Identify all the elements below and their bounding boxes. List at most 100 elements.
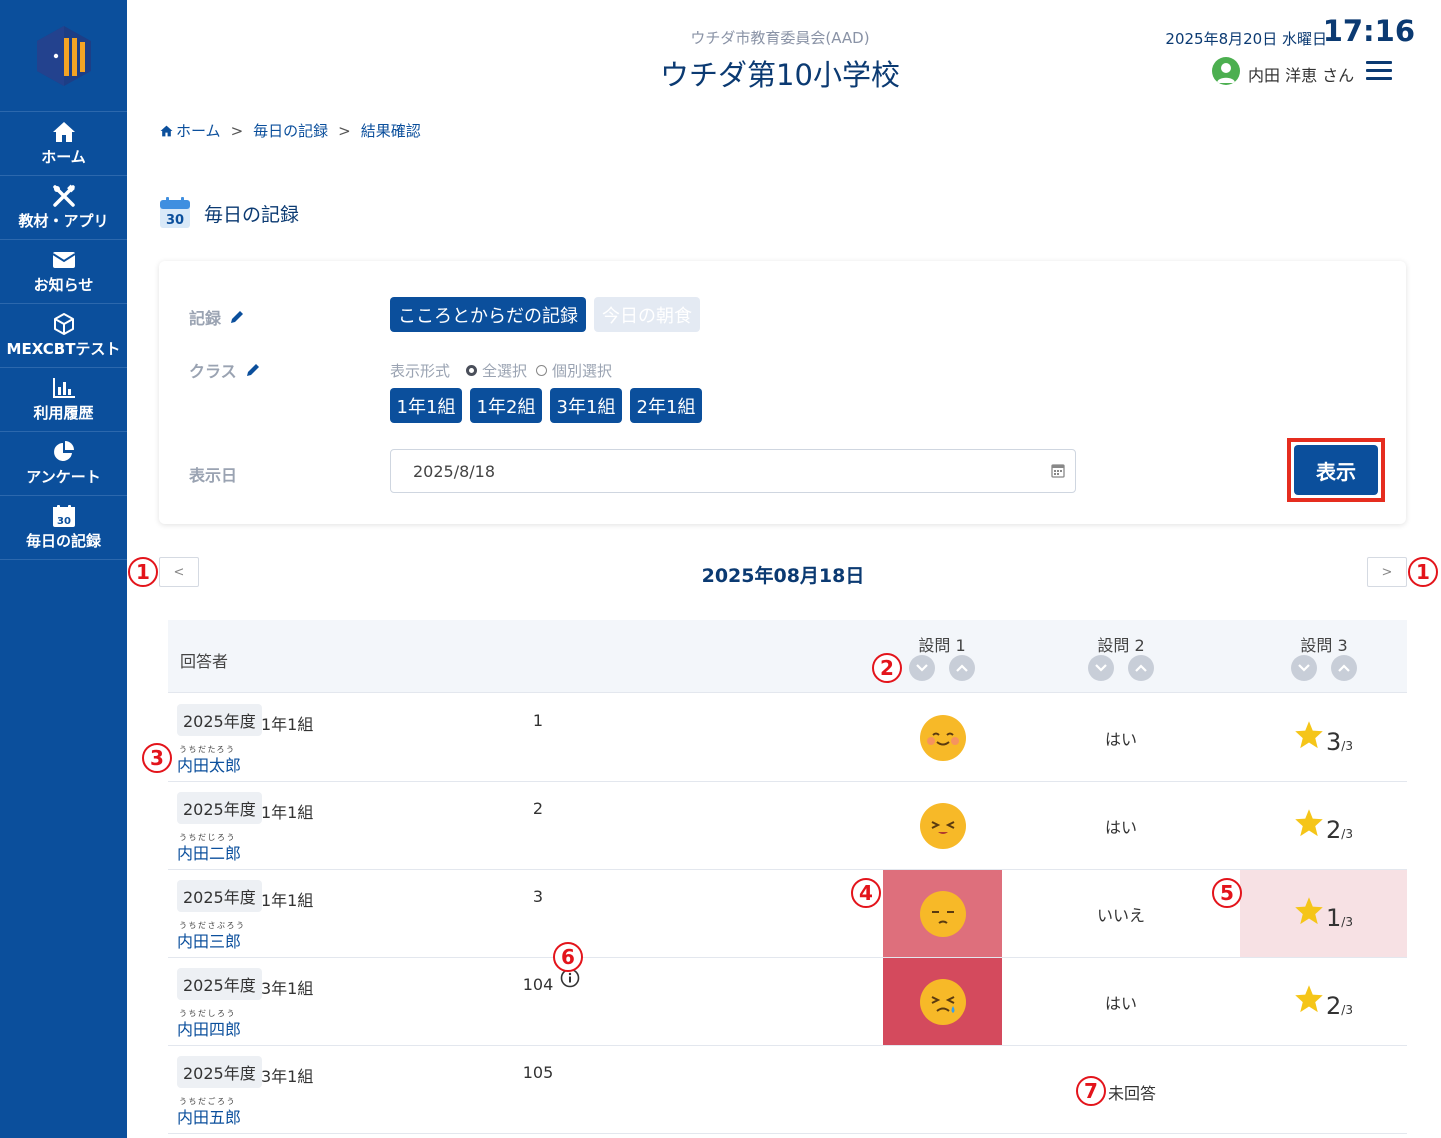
class-label: クラス	[189, 362, 237, 381]
table-row: 2025年度 3年1組 うちだごろう 内田五郎 105 未回答	[168, 1046, 1407, 1134]
student-name[interactable]: 内田太郎	[177, 752, 241, 776]
sidebar-item-label: アンケート	[26, 468, 101, 486]
breadcrumb-daily-record[interactable]: 毎日の記録	[253, 120, 328, 141]
app-logo[interactable]	[0, 0, 127, 112]
sidebar-item-history[interactable]: 利用履歴	[0, 368, 127, 432]
annotation-marker: 3	[142, 743, 172, 773]
q2-answer: いいえ	[1096, 905, 1145, 925]
header-question-1: 設問 1	[918, 636, 966, 655]
header-respondent: 回答者	[180, 652, 229, 671]
class-name: 1年1組	[261, 803, 314, 822]
star-score-max: /3	[1341, 738, 1353, 753]
date-input-value: 2025/8/18	[413, 461, 496, 481]
sad-face-icon	[919, 890, 966, 937]
star-icon	[1295, 808, 1323, 836]
class-chip[interactable]: 3年1組	[550, 388, 622, 423]
star-score: 1 /3	[1294, 896, 1353, 932]
display-format-label: 表示形式	[390, 362, 451, 380]
show-button[interactable]: 表示	[1294, 445, 1378, 495]
calendar-icon[interactable]	[1051, 463, 1065, 478]
sort-asc-icon[interactable]	[949, 655, 975, 681]
prev-date-button[interactable]: <	[159, 557, 199, 587]
year-badge: 2025年度	[177, 880, 262, 912]
display-format: 表示形式 全選択 個別選択	[390, 360, 612, 381]
sidebar-item-label: 教材・アプリ	[18, 212, 109, 230]
envelope-icon	[51, 248, 76, 272]
q1-answer	[883, 958, 1002, 1045]
breadcrumb-separator: >	[230, 121, 244, 140]
cube-icon	[52, 312, 76, 336]
sidebar-item-apps[interactable]: 教材・アプリ	[0, 176, 127, 240]
star-icon	[1295, 984, 1323, 1012]
star-score: 2 /3	[1294, 808, 1353, 844]
record-option-breakfast[interactable]: 今日の朝食	[594, 297, 700, 332]
record-label-block: 記録	[189, 305, 245, 329]
sidebar-item-label: 毎日の記録	[25, 532, 101, 550]
star-icon	[1295, 720, 1323, 748]
sidebar-item-daily-record[interactable]: 30 毎日の記録	[0, 496, 127, 560]
class-name: 1年1組	[261, 891, 314, 910]
sidebar-item-mexcbt[interactable]: MEXCBTテスト	[0, 304, 127, 368]
user-name[interactable]: 内田 洋恵 さん	[1248, 62, 1354, 86]
calendar-day: 30	[166, 213, 184, 228]
tools-icon	[52, 184, 76, 208]
date-input[interactable]: 2025/8/18	[390, 449, 1076, 493]
star-score: 2 /3	[1294, 984, 1353, 1020]
sidebar-item-label: ホーム	[41, 148, 86, 166]
table-row: 2025年度 1年1組 うちだじろう 内田二郎 2 はい 2 /3	[168, 782, 1407, 870]
pencil-icon[interactable]	[245, 362, 261, 378]
calendar-day: 30	[57, 516, 71, 527]
menu-icon[interactable]	[1366, 61, 1392, 81]
annotation-marker: 7	[1076, 1076, 1106, 1106]
calendar-icon: 30	[160, 197, 190, 228]
annotation-marker: 2	[872, 653, 902, 683]
filter-panel: 記録 こころとからだの記録 今日の朝食 クラス 表示形式 全選択 個別選択 1年…	[159, 261, 1406, 524]
record-option-mind-body[interactable]: こころとからだの記録	[390, 297, 586, 332]
sort-asc-icon[interactable]	[1331, 655, 1357, 681]
next-date-button[interactable]: >	[1367, 557, 1407, 587]
student-name[interactable]: 内田三郎	[177, 928, 241, 952]
sidebar-item-notices[interactable]: お知らせ	[0, 240, 127, 304]
org-name: ウチダ市教育委員会(AAD)	[690, 29, 870, 47]
calendar-icon: 30	[52, 504, 76, 528]
radio-individual[interactable]	[536, 365, 548, 376]
breadcrumb-home[interactable]: ホーム	[176, 120, 221, 141]
unanswered-label: 未回答	[1108, 1084, 1157, 1103]
student-name[interactable]: 内田二郎	[177, 840, 241, 864]
student-number: 1	[532, 711, 544, 730]
user-avatar-icon[interactable]	[1212, 57, 1240, 85]
star-score: 3 /3	[1294, 720, 1353, 756]
class-chip[interactable]: 2年1組	[630, 388, 702, 423]
q1-answer	[883, 782, 1002, 869]
radio-individual-label[interactable]: 個別選択	[552, 360, 612, 381]
current-display-date: 2025年08月18日	[701, 565, 865, 587]
sort-desc-icon[interactable]	[909, 655, 935, 681]
student-name[interactable]: 内田五郎	[177, 1104, 241, 1128]
sidebar-item-home[interactable]: ホーム	[0, 112, 127, 176]
q2-answer: はい	[1104, 729, 1137, 749]
student-number: 3	[532, 887, 544, 906]
class-label-block: クラス	[189, 358, 261, 382]
star-score-value: 1	[1326, 903, 1342, 932]
radio-all[interactable]	[466, 365, 478, 376]
sort-desc-icon[interactable]	[1088, 655, 1114, 681]
class-chip[interactable]: 1年1組	[390, 388, 462, 423]
student-number: 105	[522, 1063, 554, 1082]
q1-answer	[883, 694, 1002, 781]
record-label: 記録	[189, 309, 222, 328]
pie-chart-icon	[52, 440, 76, 464]
student-name[interactable]: 内田四郎	[177, 1016, 241, 1040]
star-score-max: /3	[1341, 1002, 1353, 1017]
class-chip[interactable]: 1年2組	[470, 388, 542, 423]
content-face-icon	[919, 802, 966, 849]
pencil-icon[interactable]	[229, 309, 245, 325]
q2-answer: はい	[1104, 817, 1137, 837]
sort-desc-icon[interactable]	[1291, 655, 1317, 681]
sort-asc-icon[interactable]	[1128, 655, 1154, 681]
sidebar-item-label: MEXCBTテスト	[6, 340, 121, 358]
sidebar-item-survey[interactable]: アンケート	[0, 432, 127, 496]
sidebar-item-label: お知らせ	[33, 276, 94, 294]
current-time: 17:16	[1322, 14, 1415, 48]
radio-all-label[interactable]: 全選択	[482, 360, 527, 381]
breadcrumb-separator: >	[338, 121, 351, 140]
